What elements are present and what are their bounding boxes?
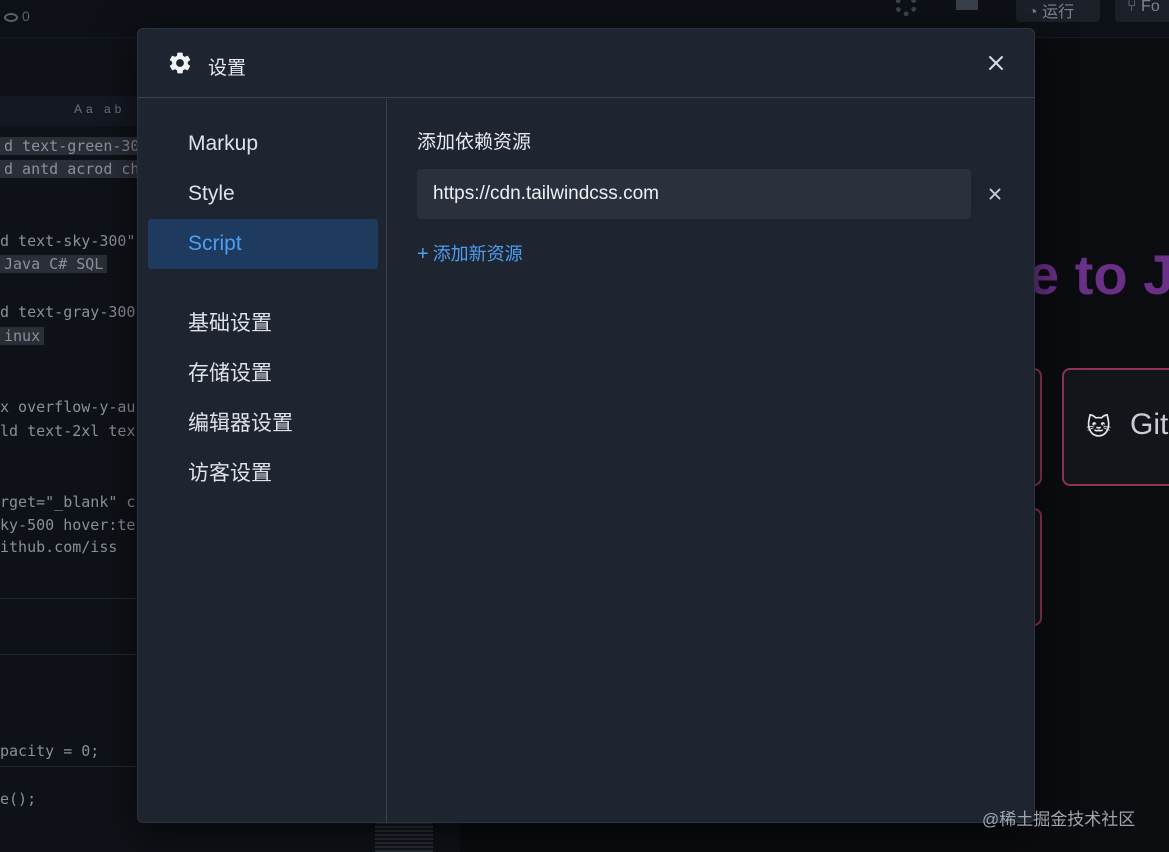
nav-item-style[interactable]: Style <box>148 169 378 219</box>
editor-minimap[interactable] <box>375 820 433 852</box>
fork-button-label: Fo <box>1141 0 1160 15</box>
code-line: rget="_blank" c <box>0 493 136 511</box>
settings-nav: Markup Style Script 基础设置 存储设置 编辑器设置 访客设置 <box>138 99 387 823</box>
code-line: inux <box>0 327 45 345</box>
code-line: ithub.com/iss <box>0 538 118 556</box>
settings-modal: 设置 Markup Style Script 基础设置 存储设置 编辑器设置 访… <box>137 28 1035 823</box>
layout-icon[interactable] <box>956 0 978 10</box>
code-line: d text-gray-300 <box>0 303 136 321</box>
fork-button[interactable]: ⑂ Fo <box>1115 0 1169 22</box>
divider <box>0 766 140 767</box>
divider <box>0 654 140 655</box>
code-line: ky-500 hover:te <box>0 516 136 534</box>
code-line: d antd acrod ch <box>0 160 144 178</box>
eye-icon <box>4 12 18 22</box>
divider <box>0 598 140 599</box>
gear-icon <box>167 50 193 76</box>
section-title: 添加依赖资源 <box>417 132 532 153</box>
script-settings-panel: 添加依赖资源 +添加新资源 <box>388 99 1034 823</box>
code-line: x overflow-y-au <box>0 398 136 416</box>
nav-item-markup[interactable]: Markup <box>148 119 378 169</box>
run-button[interactable]: ◔ 运行 <box>1016 0 1100 22</box>
watermark: @稀土掘金技术社区 <box>982 810 1136 829</box>
preview-hero-heading: e to J <box>1028 243 1169 306</box>
code-line: d text-sky-300" <box>0 232 136 250</box>
code-line: e(); <box>0 790 37 808</box>
view-count: 0 <box>4 8 30 24</box>
nav-item-script[interactable]: Script <box>148 219 378 269</box>
code-line: d text-green-30 <box>0 137 144 155</box>
nav-item-basic-settings[interactable]: 基础设置 <box>148 294 378 344</box>
add-resource-button[interactable]: + 添加新资源 <box>417 240 523 266</box>
find-options-icons[interactable]: Aa ab <box>74 102 125 116</box>
add-resource-label: 添加新资源 <box>432 244 523 264</box>
run-button-label: 运行 <box>1042 4 1075 21</box>
nav-item-editor-settings[interactable]: 编辑器设置 <box>148 394 378 444</box>
resource-url-input[interactable] <box>417 169 971 219</box>
modal-title: 设置 <box>208 58 247 79</box>
cat-emoji-icon: 🐱 <box>1086 414 1112 441</box>
remove-resource-icon[interactable] <box>984 183 1006 205</box>
modal-header: 设置 <box>138 29 1034 98</box>
code-line: Java C# SQL <box>0 255 108 273</box>
preview-card-label: Git <box>1130 408 1169 441</box>
code-line: ld text-2xl tex <box>0 422 136 440</box>
code-line: pacity = 0; <box>0 742 100 760</box>
plus-icon: + <box>417 243 429 265</box>
nav-item-storage-settings[interactable]: 存储设置 <box>148 344 378 394</box>
nav-item-visitor-settings[interactable]: 访客设置 <box>148 444 378 494</box>
view-count-value: 0 <box>22 8 30 24</box>
settings-gear-icon[interactable] <box>895 0 917 16</box>
close-icon[interactable] <box>984 51 1008 75</box>
